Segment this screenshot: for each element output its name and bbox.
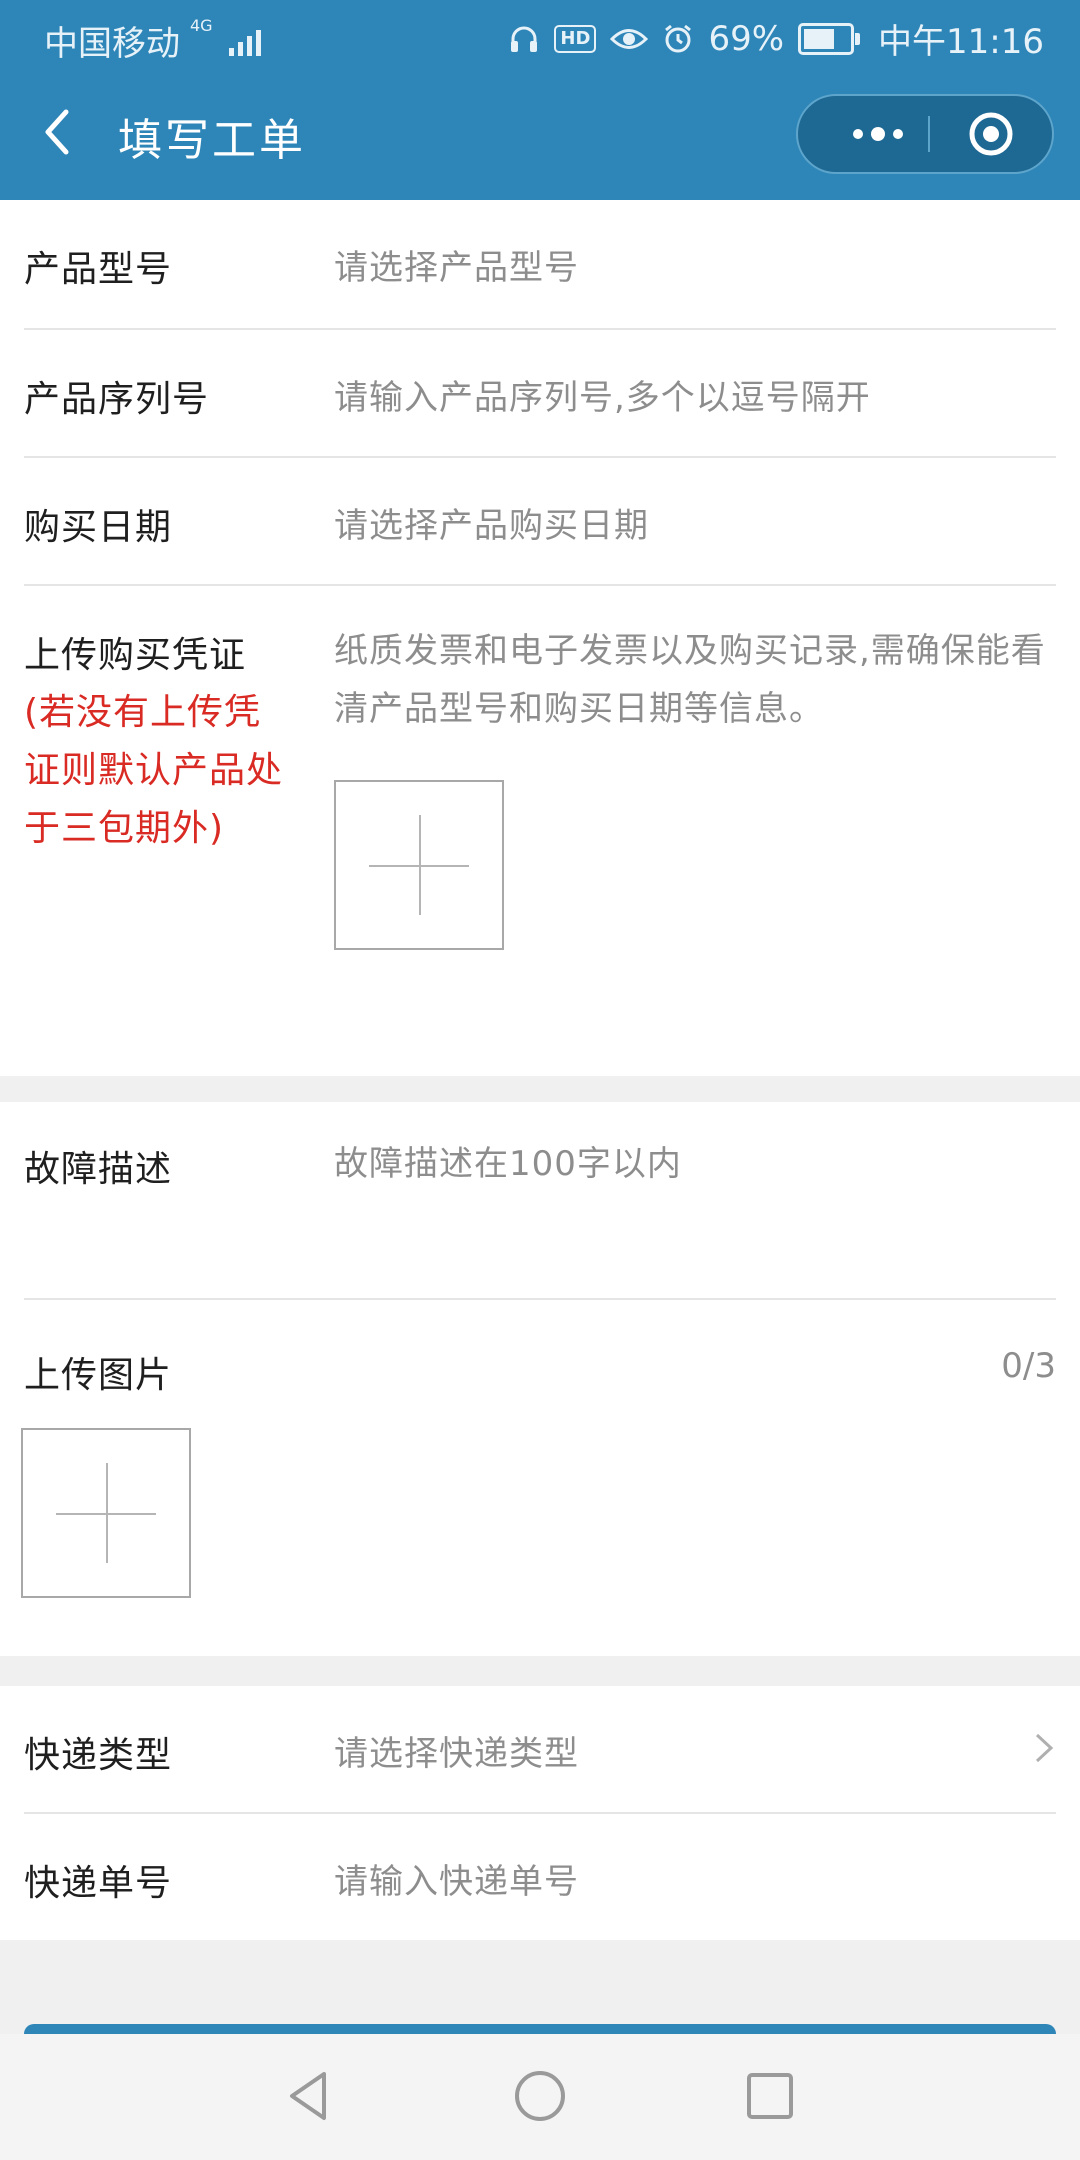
plus-icon-vertical: [419, 815, 421, 915]
back-icon[interactable]: [30, 102, 90, 162]
nav-bar: 填写工单: [0, 72, 1080, 200]
receipt-hint: 纸质发票和电子发票以及购买记录,需确保能看清产品型号和购买日期等信息。: [334, 631, 1046, 729]
plus-icon-vertical: [106, 1463, 108, 1563]
mini-program-capsule: [796, 94, 1054, 174]
serial-number-label: 产品序列号: [24, 379, 210, 420]
nav-home-icon[interactable]: [510, 2066, 570, 2126]
image-upload-label: 上传图片: [24, 1355, 173, 1396]
nav-back-icon[interactable]: [280, 2066, 340, 2126]
target-circle-icon[interactable]: [968, 111, 1014, 157]
fault-description-input[interactable]: 故障描述在100字以内: [334, 1136, 682, 1185]
image-upload-counter: 0/3: [1001, 1346, 1056, 1386]
purchase-date-select[interactable]: 请选择产品购买日期: [334, 498, 649, 547]
android-nav-bar: [0, 2034, 1080, 2160]
purchase-date-row[interactable]: 购买日期 请选择产品购买日期: [24, 458, 1056, 586]
product-model-select[interactable]: 请选择产品型号: [334, 240, 579, 289]
courier-section: 快递类型 请选择快递类型 快递单号 请输入快递单号: [0, 1686, 1080, 1940]
network-type: 4G: [190, 16, 213, 35]
product-model-row[interactable]: 产品型号 请选择产品型号: [24, 200, 1056, 330]
product-info-section: 产品型号 请选择产品型号 产品序列号 请输入产品序列号,多个以逗号隔开 购买日期…: [0, 200, 1080, 1076]
purchase-date-label: 购买日期: [24, 507, 173, 548]
alarm-icon: [665, 24, 692, 52]
page-title: 填写工单: [118, 115, 306, 166]
battery-icon: [798, 22, 861, 55]
receipt-upload-button[interactable]: [334, 780, 504, 950]
eye-icon: [610, 28, 649, 49]
image-upload-row: 上传图片 0/3: [21, 1300, 1056, 1656]
capsule-divider: [928, 116, 930, 152]
receipt-label: 上传购买凭证: [24, 635, 247, 676]
fault-description-row: 故障描述 故障描述在100字以内: [24, 1102, 1056, 1300]
more-dots-icon[interactable]: [828, 96, 928, 172]
status-bar: 中国移动 4G HD 69% 中午11:16: [0, 0, 1080, 72]
tracking-number-label: 快递单号: [24, 1863, 173, 1904]
headset-icon: [511, 26, 538, 52]
hd-badge: HD: [554, 24, 597, 53]
fault-section: 故障描述 故障描述在100字以内 上传图片 0/3: [0, 1102, 1080, 1656]
battery-percent: 69%: [708, 18, 785, 59]
image-upload-button[interactable]: [21, 1428, 191, 1598]
signal-icon: [228, 26, 261, 56]
fault-description-label: 故障描述: [24, 1149, 173, 1190]
courier-type-row[interactable]: 快递类型 请选择快递类型: [24, 1686, 1056, 1814]
serial-number-row: 产品序列号 请输入产品序列号,多个以逗号隔开: [24, 330, 1056, 458]
product-model-label: 产品型号: [24, 249, 173, 290]
courier-type-label: 快递类型: [24, 1735, 173, 1776]
clock: 中午11:16: [878, 22, 1044, 62]
courier-type-select[interactable]: 请选择快递类型: [334, 1726, 579, 1775]
receipt-upload-row: 上传购买凭证 (若没有上传凭证则默认产品处于三包期外) 纸质发票和电子发票以及购…: [24, 586, 1056, 1076]
carrier-name: 中国移动: [44, 24, 180, 64]
serial-number-input[interactable]: 请输入产品序列号,多个以逗号隔开: [334, 370, 871, 419]
tracking-number-input[interactable]: 请输入快递单号: [334, 1854, 579, 1903]
receipt-warning-note: (若没有上传凭证则默认产品处于三包期外): [24, 692, 284, 849]
nav-recents-icon[interactable]: [740, 2066, 800, 2126]
chevron-right-icon: [1035, 1733, 1054, 1763]
tracking-number-row: 快递单号 请输入快递单号: [24, 1814, 1056, 1940]
